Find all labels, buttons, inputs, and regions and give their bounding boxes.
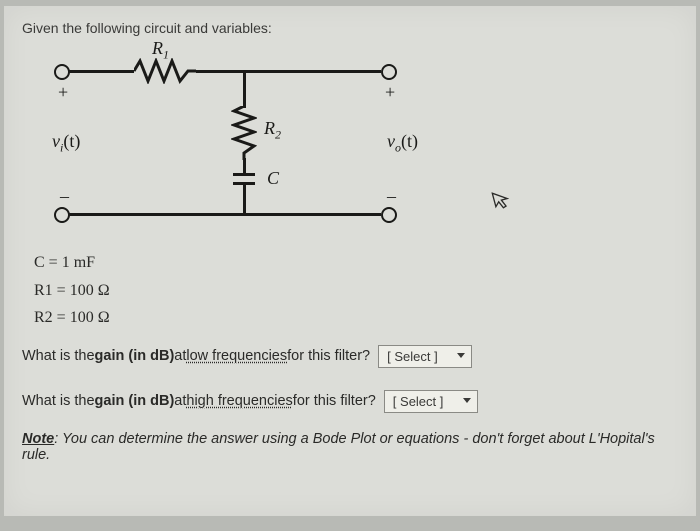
question-high-freq: What is the gain (in dB) at high frequen… <box>22 390 678 413</box>
wire <box>69 213 246 216</box>
select-low-freq[interactable]: [ Select ] <box>378 345 472 368</box>
r2-letter: R <box>264 118 275 138</box>
wire <box>69 70 134 73</box>
vi-v: v <box>52 131 60 151</box>
note-label: Note <box>22 431 54 447</box>
wire <box>246 70 381 73</box>
input-plus: + <box>58 82 68 103</box>
output-minus: – <box>387 186 396 207</box>
label-c: C <box>267 168 279 189</box>
output-plus: + <box>385 82 395 103</box>
note-body: : You can determine the answer using a B… <box>22 431 655 463</box>
given-variables: C = 1 mF R1 = 100 Ω R2 = 100 Ω <box>34 250 678 331</box>
wire <box>243 70 246 108</box>
var-r1: R1 = 100 Ω <box>34 278 678 304</box>
var-r2: R2 = 100 Ω <box>34 305 678 331</box>
chevron-down-icon <box>463 398 471 403</box>
output-bottom-terminal <box>381 207 397 223</box>
select-high-placeholder: [ Select ] <box>393 394 444 409</box>
wire <box>243 185 246 215</box>
question-page: Given the following circuit and variable… <box>4 6 696 516</box>
q2-post: for this filter? <box>293 393 376 409</box>
input-bottom-terminal <box>54 207 70 223</box>
label-vo: vo(t) <box>387 131 418 156</box>
q2-underline: high frequencies <box>186 393 292 409</box>
vo-arg: (t) <box>401 131 418 151</box>
cursor-icon <box>491 188 513 216</box>
var-c: C = 1 mF <box>34 250 678 276</box>
q2-mid: at <box>174 393 186 409</box>
input-minus: – <box>60 186 69 207</box>
wire <box>243 213 381 216</box>
r1-sub: 1 <box>163 48 169 62</box>
r2-sub: 2 <box>275 128 281 142</box>
output-top-terminal <box>381 64 397 80</box>
q2-pre: What is the <box>22 393 95 409</box>
q1-bold: gain (in dB) <box>95 348 175 364</box>
label-r2: R2 <box>264 118 281 143</box>
label-vi: vi(t) <box>52 131 80 156</box>
question-low-freq: What is the gain (in dB) at low frequenc… <box>22 345 678 368</box>
wire <box>196 70 246 73</box>
vi-arg: (t) <box>63 131 80 151</box>
prompt-text: Given the following circuit and variable… <box>22 20 678 36</box>
q1-post: for this filter? <box>287 348 370 364</box>
label-r1: R1 <box>152 38 169 63</box>
circuit-diagram: + R 1 R2 C + – – <box>42 46 462 246</box>
select-low-placeholder: [ Select ] <box>387 349 438 364</box>
q1-pre: What is the <box>22 348 95 364</box>
wire <box>243 158 246 173</box>
chevron-down-icon <box>457 353 465 358</box>
capacitor-top-plate <box>233 173 255 176</box>
note-text: Note: You can determine the answer using… <box>22 431 678 463</box>
q1-underline: low frequencies <box>186 348 287 364</box>
q2-bold: gain (in dB) <box>95 393 175 409</box>
vo-v: v <box>387 131 395 151</box>
q1-mid: at <box>174 348 186 364</box>
resistor-r2 <box>231 106 257 160</box>
r1-letter: R <box>152 38 163 58</box>
select-high-freq[interactable]: [ Select ] <box>384 390 478 413</box>
input-top-terminal <box>54 64 70 80</box>
